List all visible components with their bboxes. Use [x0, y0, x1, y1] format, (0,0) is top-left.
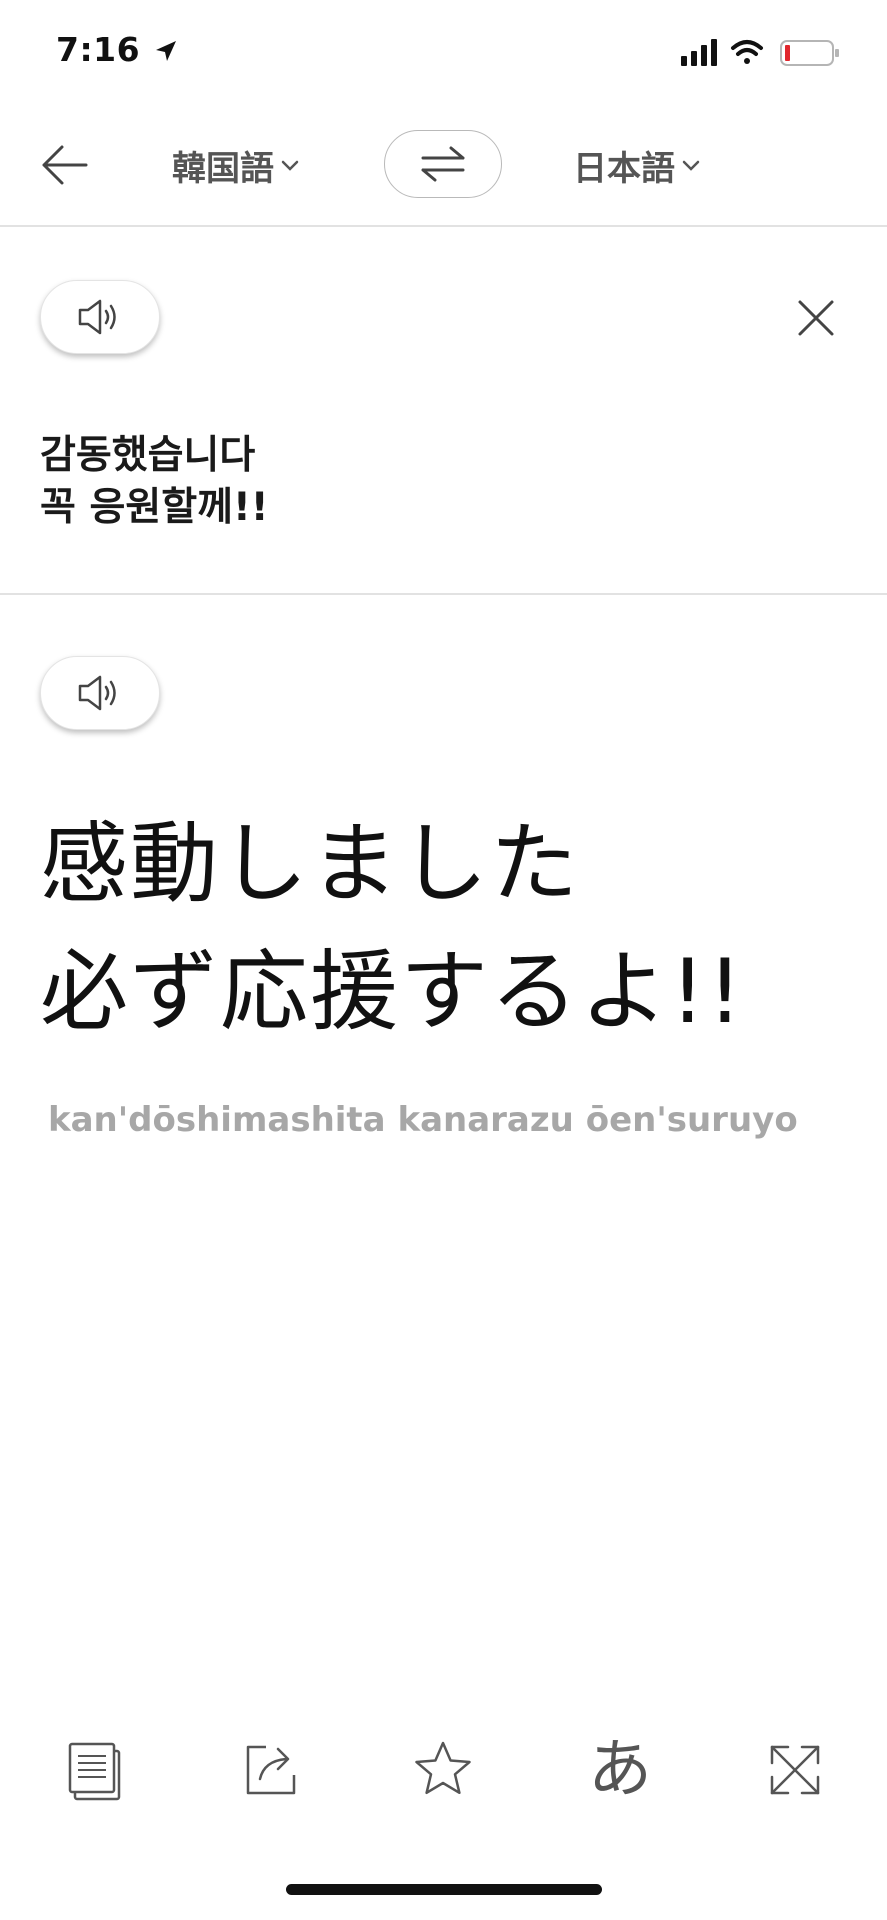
- share-button[interactable]: [231, 1730, 311, 1810]
- back-button[interactable]: [36, 135, 96, 195]
- star-icon: [415, 1741, 471, 1795]
- status-icons: [681, 36, 851, 70]
- furigana-button[interactable]: あ: [580, 1730, 660, 1810]
- close-icon: [798, 300, 834, 336]
- target-language-select[interactable]: 日本語: [573, 135, 701, 195]
- result-speak-button[interactable]: [40, 656, 160, 730]
- share-icon: [246, 1745, 296, 1795]
- romanization-text: kan'dōshimashita kanarazu ōen'suruyo: [48, 1100, 798, 1140]
- chevron-down-icon: [281, 160, 299, 171]
- translation-line: 必ず応援するよ!!: [40, 940, 745, 1043]
- source-speak-button[interactable]: [40, 280, 160, 354]
- source-text[interactable]: 감동했습니다 꼭 응원할께!!: [40, 430, 269, 534]
- signal-icon: [681, 39, 717, 66]
- swap-languages-button[interactable]: [384, 130, 502, 198]
- source-line: 꼭 응원할께!!: [40, 485, 269, 530]
- source-language-label: 韓国語: [172, 148, 274, 189]
- header: 韓国語 日本語: [0, 95, 887, 225]
- copy-icon: [68, 1742, 121, 1801]
- source-language-select[interactable]: 韓国語: [172, 135, 300, 195]
- arrow-left-icon: [42, 145, 88, 185]
- status-time-text: 7:16: [56, 30, 141, 69]
- swap-arrows-icon: [421, 146, 465, 182]
- location-arrow-icon: [156, 41, 177, 61]
- chevron-down-icon: [682, 160, 700, 171]
- kana-icon: あ: [588, 1733, 652, 1807]
- home-indicator[interactable]: [286, 1884, 602, 1895]
- speaker-icon: [78, 675, 116, 711]
- speaker-icon: [78, 299, 116, 335]
- panel-divider: [0, 593, 887, 595]
- translation-line: 感動しました: [40, 812, 581, 915]
- copy-button[interactable]: [56, 1730, 136, 1810]
- header-divider: [0, 225, 887, 227]
- target-language-label: 日本語: [573, 148, 675, 189]
- source-line: 감동했습니다: [40, 433, 256, 478]
- fullscreen-icon: [770, 1745, 820, 1795]
- battery-icon: [780, 40, 839, 66]
- translation-text: 感動しました 必ず応援するよ!!: [40, 800, 745, 1056]
- status-time: 7:16: [56, 30, 178, 69]
- wifi-icon: [731, 40, 763, 64]
- clear-button[interactable]: [790, 292, 842, 344]
- fullscreen-button[interactable]: [755, 1730, 835, 1810]
- favorite-button[interactable]: [403, 1730, 483, 1810]
